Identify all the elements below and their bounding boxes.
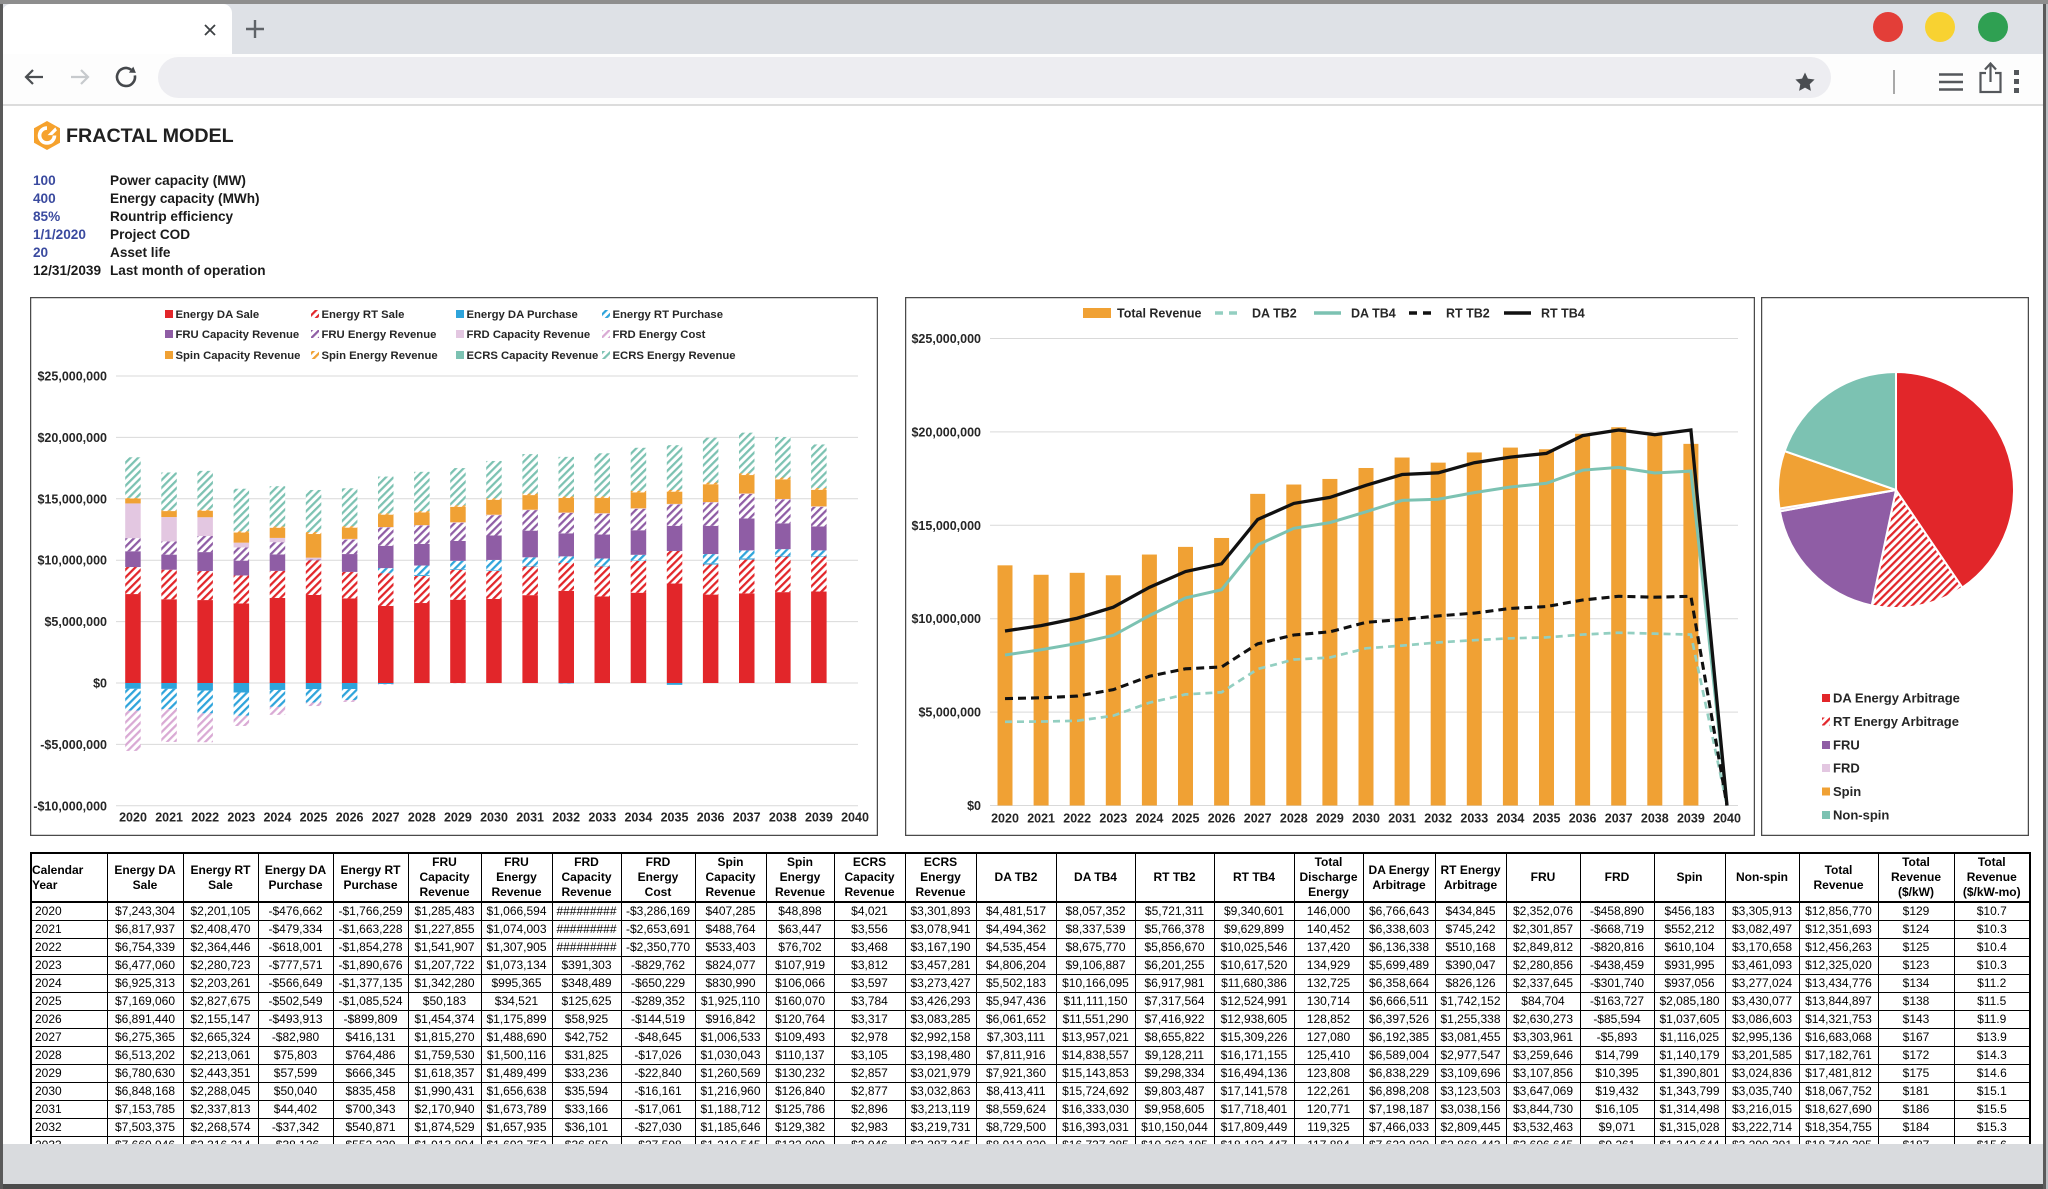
svg-text:2021: 2021 (1027, 812, 1055, 826)
svg-text:Energy RT Sale: Energy RT Sale (322, 309, 405, 321)
svg-text:2020: 2020 (119, 811, 147, 825)
svg-text:2040: 2040 (1713, 812, 1741, 826)
svg-text:2029: 2029 (444, 811, 472, 825)
svg-text:DA TB2: DA TB2 (1252, 307, 1297, 321)
svg-text:2029: 2029 (1316, 812, 1344, 826)
svg-text:2033: 2033 (588, 811, 616, 825)
svg-text:2021: 2021 (155, 811, 183, 825)
svg-text:2020: 2020 (991, 812, 1019, 826)
svg-text:2024: 2024 (263, 811, 291, 825)
svg-text:$5,000,000: $5,000,000 (44, 615, 107, 629)
svg-text:ECRS Energy Revenue: ECRS Energy Revenue (613, 350, 736, 362)
svg-text:2026: 2026 (1208, 812, 1236, 826)
svg-text:2038: 2038 (1641, 812, 1669, 826)
svg-text:2037: 2037 (1605, 812, 1633, 826)
svg-text:2032: 2032 (552, 811, 580, 825)
svg-text:2028: 2028 (408, 811, 436, 825)
svg-text:2037: 2037 (733, 811, 761, 825)
svg-text:2036: 2036 (1569, 812, 1597, 826)
svg-text:Energy DA Sale: Energy DA Sale (176, 309, 260, 321)
svg-text:2030: 2030 (1352, 812, 1380, 826)
svg-text:2024: 2024 (1135, 812, 1163, 826)
svg-text:Spin Capacity Revenue: Spin Capacity Revenue (176, 350, 301, 362)
svg-text:$0: $0 (967, 799, 981, 813)
svg-text:-$10,000,000: -$10,000,000 (33, 799, 107, 813)
svg-text:FRD Capacity Revenue: FRD Capacity Revenue (467, 329, 591, 341)
svg-text:$5,000,000: $5,000,000 (918, 706, 981, 720)
svg-text:2030: 2030 (480, 811, 508, 825)
svg-text:FRD: FRD (1833, 761, 1860, 776)
svg-text:$25,000,000: $25,000,000 (37, 370, 107, 384)
svg-text:$20,000,000: $20,000,000 (37, 431, 107, 445)
svg-text:2022: 2022 (191, 811, 219, 825)
svg-text:DA Energy Arbitrage: DA Energy Arbitrage (1833, 691, 1960, 706)
svg-text:Non-spin: Non-spin (1833, 808, 1889, 823)
svg-text:Energy DA Purchase: Energy DA Purchase (467, 309, 578, 321)
svg-text:$25,000,000: $25,000,000 (911, 332, 981, 346)
svg-text:DA TB4: DA TB4 (1351, 307, 1396, 321)
svg-text:FRU Capacity Revenue: FRU Capacity Revenue (176, 329, 300, 341)
svg-text:2035: 2035 (661, 811, 689, 825)
svg-text:RT TB4: RT TB4 (1541, 307, 1585, 321)
svg-text:RT TB2: RT TB2 (1446, 307, 1490, 321)
svg-text:2035: 2035 (1533, 812, 1561, 826)
svg-text:$10,000,000: $10,000,000 (911, 612, 981, 626)
svg-text:$15,000,000: $15,000,000 (911, 519, 981, 533)
svg-text:Spin Energy Revenue: Spin Energy Revenue (322, 350, 438, 362)
svg-text:2034: 2034 (1496, 812, 1524, 826)
svg-text:2028: 2028 (1280, 812, 1308, 826)
svg-text:$10,000,000: $10,000,000 (37, 554, 107, 568)
svg-text:2027: 2027 (1244, 812, 1272, 826)
svg-text:2031: 2031 (1388, 812, 1416, 826)
svg-text:2022: 2022 (1063, 812, 1091, 826)
svg-text:FRU: FRU (1833, 738, 1860, 753)
svg-text:2032: 2032 (1424, 812, 1452, 826)
svg-text:RT Energy Arbitrage: RT Energy Arbitrage (1833, 714, 1959, 729)
svg-text:2026: 2026 (336, 811, 364, 825)
svg-text:$20,000,000: $20,000,000 (911, 425, 981, 439)
svg-text:ECRS Capacity Revenue: ECRS Capacity Revenue (467, 350, 599, 362)
svg-text:FRD Energy Cost: FRD Energy Cost (613, 329, 706, 341)
svg-text:$0: $0 (93, 677, 107, 691)
svg-text:2034: 2034 (624, 811, 652, 825)
svg-text:2040: 2040 (841, 811, 869, 825)
svg-text:-$5,000,000: -$5,000,000 (40, 738, 107, 752)
svg-text:2033: 2033 (1460, 812, 1488, 826)
svg-text:$15,000,000: $15,000,000 (37, 492, 107, 506)
svg-text:2023: 2023 (1099, 812, 1127, 826)
svg-text:2023: 2023 (227, 811, 255, 825)
svg-text:2025: 2025 (1172, 812, 1200, 826)
svg-text:Total Revenue: Total Revenue (1117, 307, 1202, 321)
svg-text:2038: 2038 (769, 811, 797, 825)
svg-text:2036: 2036 (697, 811, 725, 825)
svg-text:FRU Energy Revenue: FRU Energy Revenue (322, 329, 437, 341)
svg-text:Energy RT Purchase: Energy RT Purchase (613, 309, 724, 321)
svg-text:2039: 2039 (805, 811, 833, 825)
svg-text:2025: 2025 (300, 811, 328, 825)
svg-text:2031: 2031 (516, 811, 544, 825)
svg-text:Spin: Spin (1833, 784, 1861, 799)
svg-text:2027: 2027 (372, 811, 400, 825)
svg-text:2039: 2039 (1677, 812, 1705, 826)
